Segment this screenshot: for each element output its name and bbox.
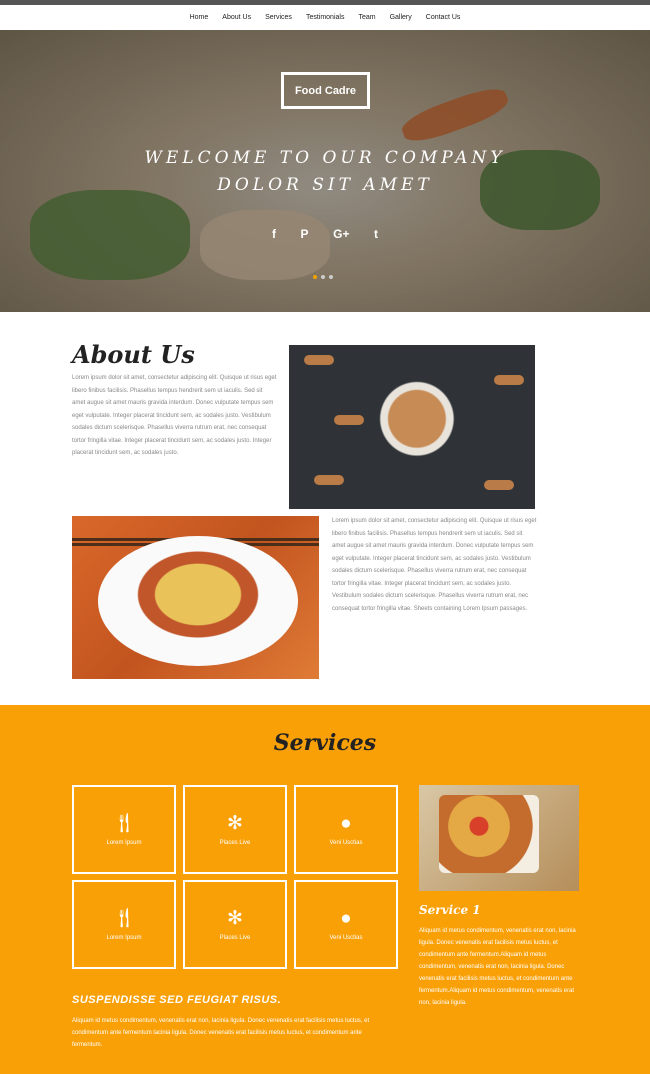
google-plus-icon[interactable]: G+	[333, 227, 349, 241]
lasagna-image	[419, 785, 579, 891]
service-box-veni-usctias[interactable]: ● Veni Usctias	[294, 880, 398, 969]
services-title: Services	[273, 730, 377, 756]
service-1-title: Service 1	[419, 903, 481, 917]
service-box-label: Lorem Ipsum	[106, 934, 142, 941]
nav-team[interactable]: Team	[358, 14, 375, 21]
service-box-places-live[interactable]: ✻ Places Live	[183, 785, 287, 874]
services-section: Services 🍴︎ Lorem Ipsum ✻ Places Live ● …	[0, 705, 650, 1074]
user-icon: ●	[340, 907, 352, 929]
nav-about-us[interactable]: About Us	[222, 14, 251, 21]
service-box-lorem-ipsum[interactable]: 🍴︎ Lorem Ipsum	[72, 880, 176, 969]
facebook-icon[interactable]: f	[272, 227, 276, 241]
slider-dot[interactable]	[313, 275, 317, 279]
nav-home[interactable]: Home	[190, 14, 209, 21]
social-links: f P G+ t	[272, 227, 378, 241]
cutlery-icon: 🍴︎	[111, 812, 137, 834]
service-box-label: Veni Usctias	[329, 839, 363, 846]
service-1-text: Aliquam id metus condimentum, venenatis …	[419, 928, 576, 1006]
asterisk-icon: ✻	[227, 812, 243, 834]
noodle-bowl	[98, 536, 298, 666]
service-box-label: Veni Usctias	[329, 934, 363, 941]
nav-gallery[interactable]: Gallery	[390, 14, 412, 21]
slider-dots	[313, 275, 333, 279]
cutlery-icon: 🍴︎	[111, 907, 137, 929]
subsection-text: Aliquam id metus condimentum, venenatis …	[72, 1018, 370, 1048]
hero-title-line1: WELCOME TO OUR COMPANY	[144, 148, 506, 168]
service-box-label: Places Live	[219, 839, 251, 846]
service-box-veni-usctias[interactable]: ● Veni Usctias	[294, 785, 398, 874]
twitter-icon[interactable]: t	[374, 227, 378, 241]
asterisk-icon: ✻	[227, 907, 243, 929]
slider-dot[interactable]	[329, 275, 333, 279]
subsection-title: SUSPENDISSE SED FEUGIAT RISUS.	[72, 994, 282, 1006]
slider-dot[interactable]	[321, 275, 325, 279]
hero-title: WELCOME TO OUR COMPANY DOLOR SIT AMET	[100, 145, 550, 199]
service-box-lorem-ipsum[interactable]: 🍴︎ Lorem Ipsum	[72, 785, 176, 874]
nav-services[interactable]: Services	[265, 14, 292, 21]
hero-banner: Food Cadre WELCOME TO OUR COMPANY DOLOR …	[0, 30, 650, 312]
about-title: About Us	[72, 340, 195, 369]
service-box-places-live[interactable]: ✻ Places Live	[183, 880, 287, 969]
about-paragraph-1: Lorem ipsum dolor sit amet, consectetur …	[72, 375, 277, 456]
main-nav: Home About Us Services Testimonials Team…	[0, 5, 650, 30]
nav-contact-us[interactable]: Contact Us	[426, 14, 461, 21]
hero-title-line2: DOLOR SIT AMET	[217, 175, 433, 195]
nav-testimonials[interactable]: Testimonials	[306, 14, 345, 21]
service-box-label: Lorem Ipsum	[106, 839, 142, 846]
user-icon: ●	[340, 812, 352, 834]
about-paragraph-2: Lorem ipsum dolor sit amet, consectetur …	[332, 518, 537, 612]
noodle-bowl-image	[72, 516, 319, 679]
service-box-label: Places Live	[219, 934, 251, 941]
site-logo[interactable]: Food Cadre	[281, 72, 370, 109]
pasta-image	[289, 345, 535, 509]
pinterest-icon[interactable]: P	[301, 227, 309, 241]
